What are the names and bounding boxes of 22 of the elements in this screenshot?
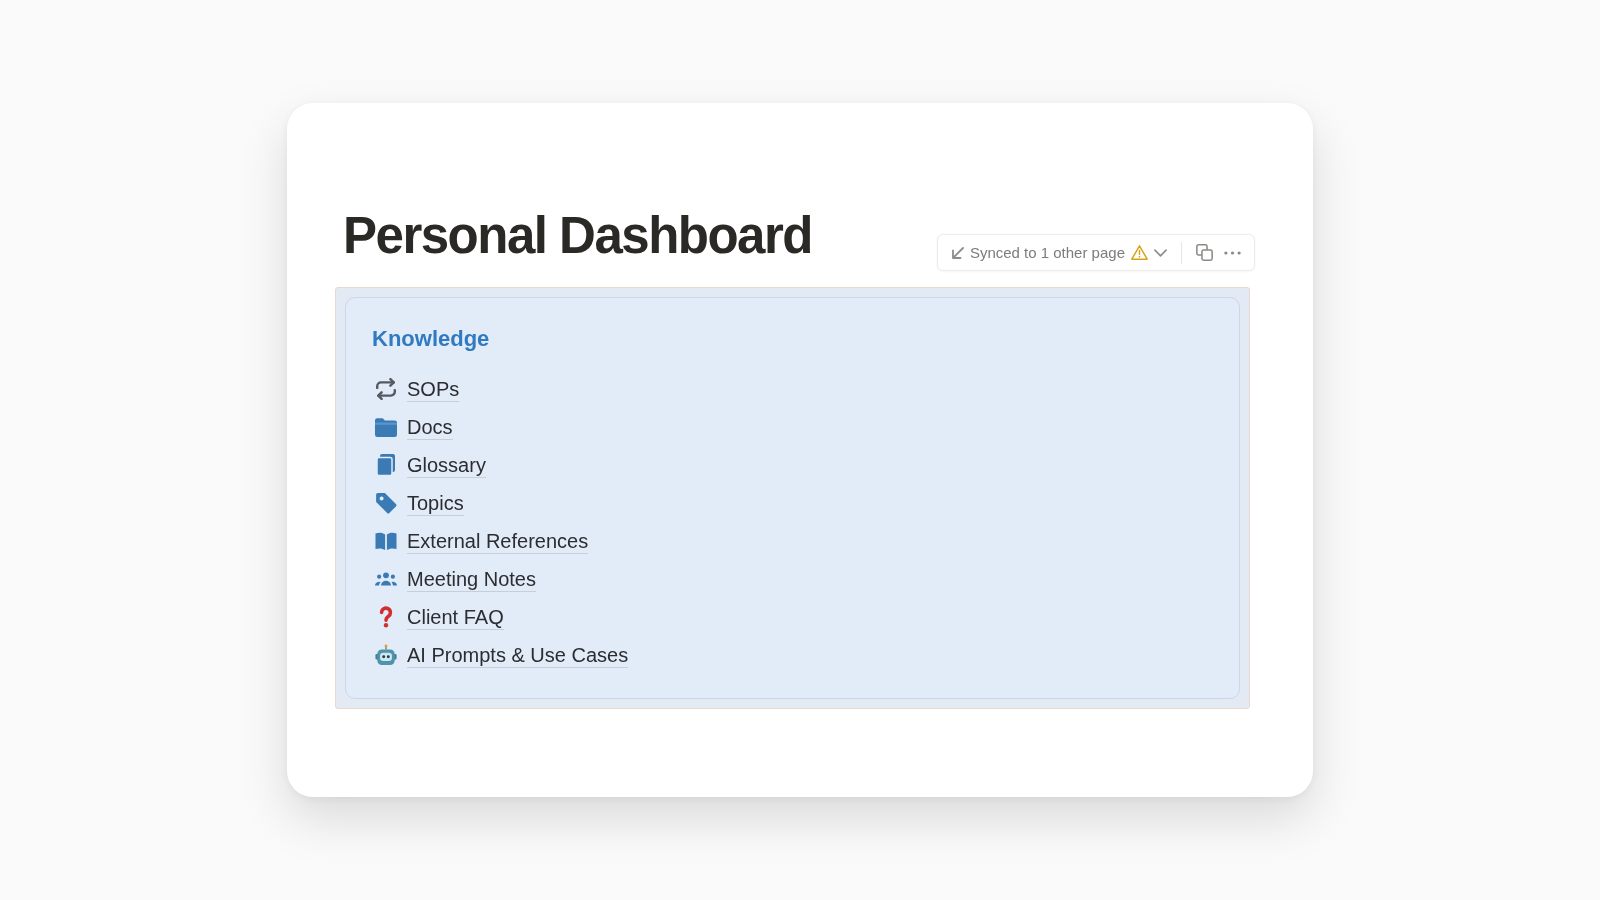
- page-link[interactable]: Topics: [407, 490, 464, 516]
- stacked-pages-icon[interactable]: [375, 454, 397, 476]
- page-link[interactable]: External References: [407, 528, 589, 554]
- folder-icon[interactable]: [375, 416, 397, 438]
- section-heading: Knowledge: [372, 325, 491, 353]
- page-link[interactable]: AI Prompts & Use Cases: [407, 642, 629, 668]
- tag-icon[interactable]: [375, 492, 397, 514]
- warning-icon: [1131, 245, 1148, 260]
- robot-icon[interactable]: [375, 644, 397, 666]
- sync-status-button[interactable]: Synced to 1 other page: [947, 238, 1171, 267]
- arrow-down-left-icon: [951, 246, 964, 259]
- page-title: Personal Dashboard: [343, 206, 812, 266]
- copy-icon[interactable]: [1195, 244, 1213, 261]
- repeat-arrows-icon[interactable]: [375, 378, 397, 400]
- more-options-icon[interactable]: [1223, 250, 1241, 255]
- page-link[interactable]: SOPs: [407, 376, 460, 402]
- chevron-down-icon: [1154, 248, 1167, 257]
- open-book-icon[interactable]: [375, 530, 397, 552]
- page-link[interactable]: Meeting Notes: [407, 566, 536, 592]
- page-link[interactable]: Client FAQ: [407, 604, 504, 630]
- page-link[interactable]: Docs: [407, 414, 453, 440]
- page-link[interactable]: Glossary: [407, 452, 486, 478]
